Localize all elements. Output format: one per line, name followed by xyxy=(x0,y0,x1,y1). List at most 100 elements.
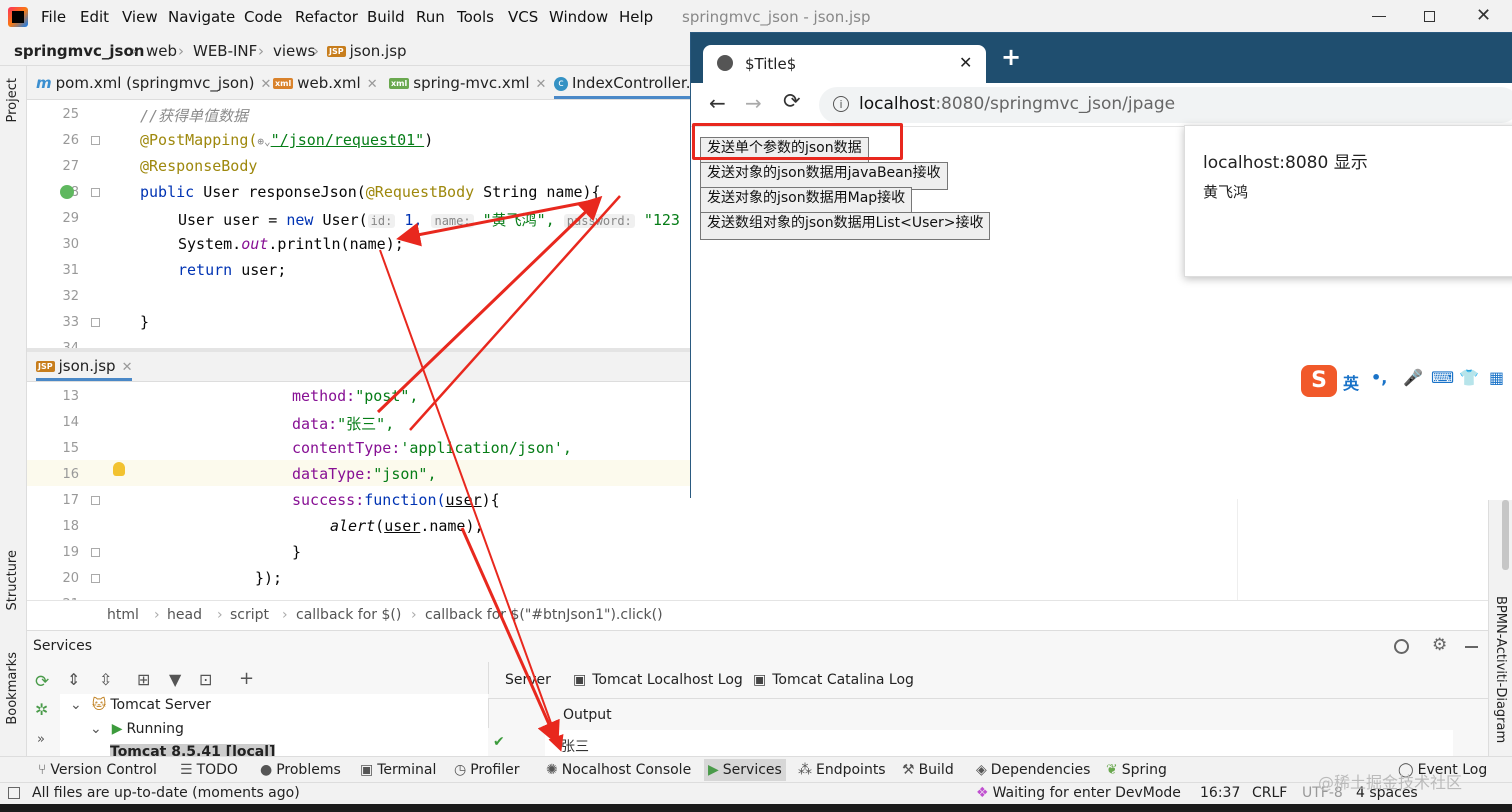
line-number: 19 xyxy=(62,545,79,560)
crumb-script[interactable]: script xyxy=(230,607,269,623)
tool-spring[interactable]: ❦ Spring xyxy=(1106,762,1167,778)
structure-tool-button[interactable]: Structure xyxy=(5,550,20,610)
tab-spring-mvc-xml[interactable]: xml spring-mvc.xml ✕ xyxy=(389,74,546,92)
devmode-status[interactable]: ❖ Waiting for enter DevMode xyxy=(976,785,1181,801)
tool-nocalhost[interactable]: ✺ Nocalhost Console xyxy=(546,762,691,778)
breadcrumb-webinf[interactable]: WEB-INF xyxy=(193,42,257,60)
run-gutter-icon[interactable] xyxy=(60,185,74,199)
tab-localhost-log[interactable]: ▣ Tomcat Localhost Log xyxy=(573,672,743,688)
menu-tools[interactable]: Tools xyxy=(457,8,494,26)
url-field[interactable]: i localhost:8080/springmvc_json/jpage xyxy=(819,87,1512,123)
fold-marker[interactable] xyxy=(91,574,100,583)
cursor-position[interactable]: 16:37 xyxy=(1200,785,1240,801)
tool-dependencies[interactable]: ◈ Dependencies xyxy=(976,762,1090,778)
send-list-button[interactable]: 发送数组对象的json数据用List<User>接收 xyxy=(700,212,991,240)
fold-marker[interactable] xyxy=(91,318,100,327)
filter-icon[interactable]: ▼ xyxy=(169,670,181,689)
tab-json-jsp[interactable]: JSP json.jsp ✕ xyxy=(36,357,133,381)
tool-terminal[interactable]: ▣ Terminal xyxy=(360,762,436,778)
info-icon[interactable]: i xyxy=(833,96,849,112)
tool-services[interactable]: ▶ Services xyxy=(704,759,786,781)
hide-panel-icon[interactable] xyxy=(1465,646,1478,648)
collapse-all-icon[interactable]: ⇳ xyxy=(99,670,112,689)
tab-index-controller[interactable]: c IndexController.ja xyxy=(554,74,704,99)
breadcrumb-file[interactable]: JSP json.jsp xyxy=(327,42,407,60)
menu-help[interactable]: Help xyxy=(619,8,653,26)
add-service-icon[interactable]: + xyxy=(239,668,254,689)
target-icon[interactable] xyxy=(1394,639,1409,654)
crumb-callback[interactable]: callback for $() xyxy=(296,607,401,623)
close-tab-icon[interactable]: ✕ xyxy=(536,77,547,92)
back-icon[interactable]: ← xyxy=(709,91,726,115)
tool-version-control[interactable]: ⑂ Version Control xyxy=(38,762,157,778)
new-tab-icon[interactable]: ⊡ xyxy=(199,670,212,689)
status-toggle-icon[interactable] xyxy=(8,787,20,799)
project-tool-button[interactable]: Project xyxy=(5,78,20,122)
bpmn-tool-button[interactable]: BPMN-Activiti-Diagram xyxy=(1493,596,1508,743)
close-tab-icon[interactable]: ✕ xyxy=(122,360,133,375)
fold-marker[interactable] xyxy=(91,188,100,197)
tool-endpoints[interactable]: ⁂ Endpoints xyxy=(798,762,886,778)
breadcrumb-web[interactable]: web xyxy=(146,42,177,60)
reload-icon[interactable]: ⟳ xyxy=(783,89,801,113)
restore-icon[interactable] xyxy=(1424,11,1435,22)
tool-profiler[interactable]: ◷ Profiler xyxy=(454,762,520,778)
minimize-icon[interactable] xyxy=(1372,16,1386,17)
line-separator[interactable]: CRLF xyxy=(1252,785,1287,801)
menu-build[interactable]: Build xyxy=(367,8,405,26)
fold-marker[interactable] xyxy=(91,136,100,145)
menu-run[interactable]: Run xyxy=(416,8,445,26)
tab-pom-xml[interactable]: m pom.xml (springmvc_json) ✕ xyxy=(36,74,271,92)
ime-mode[interactable]: 英 xyxy=(1343,370,1359,394)
output-console[interactable]: 张三 xyxy=(545,730,1453,756)
tool-todo[interactable]: ☰ TODO xyxy=(180,762,238,778)
deploy-icon[interactable]: ✲ xyxy=(35,700,48,719)
menu-edit[interactable]: Edit xyxy=(80,8,109,26)
menu-view[interactable]: View xyxy=(122,8,158,26)
keyboard-icon[interactable]: ⌨ xyxy=(1431,368,1454,387)
tool-problems[interactable]: ● Problems xyxy=(260,762,341,778)
crumb-html[interactable]: html xyxy=(107,607,139,623)
tab-catalina-log[interactable]: ▣ Tomcat Catalina Log xyxy=(753,672,914,688)
crumb-click-callback[interactable]: callback for $("#btnJson1").click() xyxy=(425,607,663,623)
lightbulb-icon[interactable] xyxy=(113,462,125,476)
menu-code[interactable]: Code xyxy=(244,8,282,26)
menu-navigate[interactable]: Navigate xyxy=(168,8,235,26)
refresh-icon[interactable]: ⟳ xyxy=(35,672,49,692)
punct-icon[interactable]: •, xyxy=(1371,368,1387,387)
tree-item-tomcat-server[interactable]: ⌄ 🐱 Tomcat Server xyxy=(70,697,211,713)
fold-marker[interactable] xyxy=(91,496,100,505)
scrollbar-thumb[interactable] xyxy=(1502,500,1509,570)
menu-file[interactable]: File xyxy=(41,8,66,26)
gear-icon[interactable]: ⚙ xyxy=(1432,635,1447,655)
breadcrumb-project[interactable]: springmvc_json xyxy=(14,42,144,60)
toolbox-icon[interactable]: ▦ xyxy=(1489,368,1504,387)
tree-item-running[interactable]: ⌄ ▶ Running xyxy=(90,721,184,737)
group-icon[interactable]: ⊞ xyxy=(137,670,150,689)
close-tab-icon[interactable]: ✕ xyxy=(959,53,972,72)
mic-icon[interactable]: 🎤 xyxy=(1403,368,1423,387)
tool-build[interactable]: ⚒ Build xyxy=(902,762,954,778)
line-number: 16 xyxy=(62,467,79,482)
browser-tab[interactable]: $Title$ ✕ xyxy=(703,45,986,83)
new-tab-button[interactable]: + xyxy=(1001,45,1021,69)
send-javabean-button[interactable]: 发送对象的json数据用javaBean接收 xyxy=(700,162,948,190)
menu-window[interactable]: Window xyxy=(549,8,608,26)
tab-web-xml[interactable]: xml web.xml ✕ xyxy=(273,74,378,92)
close-window-icon[interactable]: ✕ xyxy=(1476,5,1491,26)
crumb-head[interactable]: head xyxy=(167,607,202,623)
breadcrumb-views[interactable]: views xyxy=(273,42,315,60)
menu-refactor[interactable]: Refactor xyxy=(295,8,358,26)
tab-server[interactable]: Server xyxy=(505,672,551,688)
more-icon[interactable]: » xyxy=(37,732,45,747)
menu-vcs[interactable]: VCS xyxy=(508,8,538,26)
forward-icon[interactable]: → xyxy=(745,91,762,115)
send-map-button[interactable]: 发送对象的json数据用Map接收 xyxy=(700,187,913,215)
close-tab-icon[interactable]: ✕ xyxy=(260,77,271,92)
close-tab-icon[interactable]: ✕ xyxy=(367,77,378,92)
expand-all-icon[interactable]: ⇕ xyxy=(67,670,80,689)
skin-icon[interactable]: 👕 xyxy=(1459,368,1479,387)
fold-marker[interactable] xyxy=(91,548,100,557)
bookmarks-tool-button[interactable]: Bookmarks xyxy=(5,652,20,725)
top-code-editor[interactable]: 25 26 27 28 29 30 31 32 33 34 //获得单值数据 @… xyxy=(27,100,692,348)
